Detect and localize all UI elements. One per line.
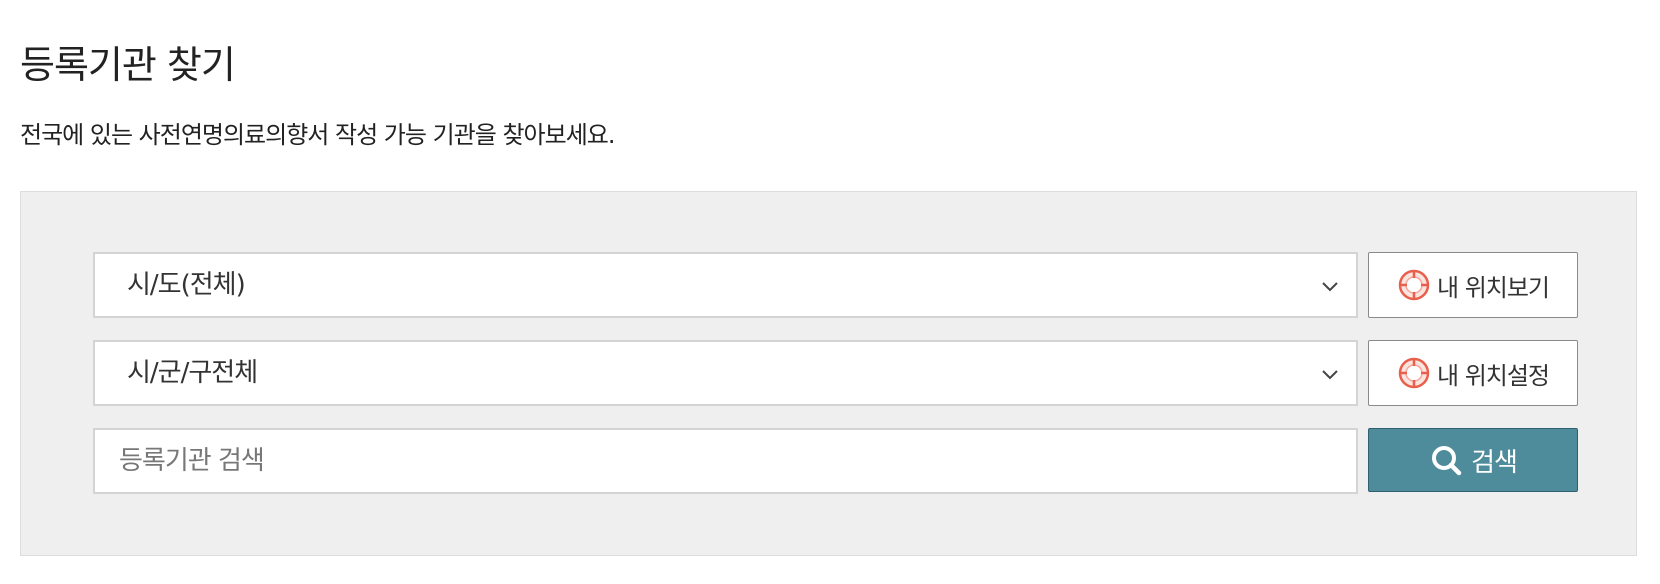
region-select[interactable]: 시/도(전체) xyxy=(93,252,1358,318)
chevron-down-icon xyxy=(1322,282,1338,292)
search-input[interactable] xyxy=(93,428,1358,494)
page: 등록기관 찾기 전국에 있는 사전연명의료의향서 작성 가능 기관을 찾아보세요… xyxy=(0,0,1660,584)
search-button[interactable]: 검색 xyxy=(1368,428,1578,492)
district-select[interactable]: 시/군/구전체 xyxy=(93,340,1358,406)
set-location-button[interactable]: 내 위치설정 xyxy=(1368,340,1578,406)
search-button-label: 검색 xyxy=(1471,447,1518,478)
chevron-down-icon xyxy=(1322,370,1338,380)
target-icon xyxy=(1398,269,1430,301)
view-location-button[interactable]: 내 위치보기 xyxy=(1368,252,1578,318)
set-location-label: 내 위치설정 xyxy=(1436,361,1550,390)
page-description: 전국에 있는 사전연명의료의향서 작성 가능 기관을 찾아보세요. xyxy=(20,121,615,149)
district-select-value: 시/군/구전체 xyxy=(127,358,258,388)
region-select-value: 시/도(전체) xyxy=(127,270,246,300)
target-icon xyxy=(1398,357,1430,389)
search-panel: 시/도(전체) 내 위치보기 시/군/구전체 내 위치설정 등록기관 검색 검색 xyxy=(20,191,1637,556)
view-location-label: 내 위치보기 xyxy=(1436,273,1550,302)
page-title: 등록기관 찾기 xyxy=(20,43,236,87)
search-icon xyxy=(1432,446,1462,476)
